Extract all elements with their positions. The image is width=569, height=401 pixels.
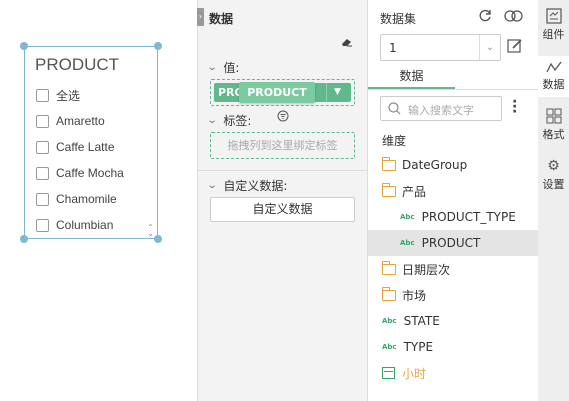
text-field-icon: Abc xyxy=(400,239,415,247)
filter-icon[interactable] xyxy=(277,110,289,122)
side-tab-data[interactable]: 数据 xyxy=(538,56,569,97)
tree-item-product-folder[interactable]: 产品 xyxy=(368,178,538,204)
side-tab-settings[interactable]: ⚙ 设置 xyxy=(538,158,569,192)
dataset-panel: 数据集 1 ⌄ 数据 输入搜索文字 · · · 维度 DateGroup 产品 Ab… xyxy=(368,0,538,401)
text-field-icon: Abc xyxy=(382,343,397,351)
format-icon xyxy=(546,108,561,124)
tag-section-header[interactable]: ⌄ 标签: xyxy=(206,112,252,129)
resize-handle-br[interactable] xyxy=(154,235,162,243)
resize-handle-bl[interactable] xyxy=(20,235,28,243)
tree-item-state[interactable]: Abc STATE xyxy=(368,308,538,334)
chevron-down-icon[interactable]: ⌄ xyxy=(479,35,500,60)
dataset-link-icon[interactable] xyxy=(504,9,524,23)
side-tab-bar: 组件 数据 格式 ⚙ 设置 xyxy=(538,0,569,401)
folder-icon xyxy=(381,156,396,171)
chevron-down-icon: ⌄ xyxy=(206,180,218,191)
tree-item-product[interactable]: Abc PRODUCT xyxy=(368,230,538,256)
date-field-icon xyxy=(382,367,395,379)
edit-icon[interactable] xyxy=(507,38,523,54)
resize-handle-tl[interactable] xyxy=(20,42,28,50)
option-item[interactable]: Caffe Mocha xyxy=(36,165,124,181)
search-input[interactable]: 输入搜索文字 xyxy=(380,96,502,121)
selection-list-widget[interactable]: PRODUCT 全选 Amaretto Caffe Latte Caffe Mo… xyxy=(20,42,162,243)
option-item[interactable]: Columbian xyxy=(36,217,113,233)
tree-item-product-type[interactable]: Abc PRODUCT_TYPE xyxy=(368,204,538,230)
option-select-all[interactable]: 全选 xyxy=(36,87,80,103)
chevron-down-icon: ⌄ xyxy=(206,115,218,126)
divider xyxy=(198,170,367,171)
custom-data-button[interactable]: 自定义数据 xyxy=(210,197,355,222)
side-tab-format[interactable]: 格式 xyxy=(538,108,569,142)
resize-handle-tr[interactable] xyxy=(154,42,162,50)
scroll-arrows-icon[interactable]: ⌃ ⌄ xyxy=(147,224,154,238)
checkbox[interactable] xyxy=(36,192,49,206)
tree-item-hour[interactable]: 小时 xyxy=(368,360,538,386)
tree-item-market[interactable]: 市场 xyxy=(368,282,538,308)
checkbox[interactable] xyxy=(36,218,49,232)
option-item[interactable]: Caffe Latte xyxy=(36,139,115,155)
folder-icon xyxy=(381,260,396,275)
refresh-icon[interactable] xyxy=(478,9,492,23)
tree-item-type[interactable]: Abc TYPE xyxy=(368,334,538,360)
eraser-icon[interactable] xyxy=(341,37,353,47)
data-icon xyxy=(545,61,562,73)
checkbox[interactable] xyxy=(36,140,49,154)
binding-panel-title: 数据 xyxy=(209,12,234,26)
custom-data-section-header[interactable]: ⌄ 自定义数据: xyxy=(206,177,288,194)
folder-icon xyxy=(381,182,396,197)
checkbox[interactable] xyxy=(36,88,49,102)
tree-item-dategroup[interactable]: DateGroup xyxy=(368,152,538,178)
component-icon xyxy=(545,8,562,24)
divider xyxy=(368,89,538,90)
value-section-header[interactable]: ⌄ 值: xyxy=(206,59,240,76)
option-item[interactable]: Chamomile xyxy=(36,191,117,207)
dataset-panel-title: 数据集 xyxy=(380,12,417,26)
folder-icon xyxy=(381,286,396,301)
dataset-select[interactable]: 1 ⌄ xyxy=(380,34,501,61)
tag-drop-zone[interactable]: 拖拽列到这里绑定标签 xyxy=(210,132,355,159)
dragging-field-chip[interactable]: PRODUCT xyxy=(239,82,315,103)
option-item[interactable]: Amaretto xyxy=(36,113,105,129)
collapse-panel-toggle[interactable]: › xyxy=(197,8,204,26)
text-field-icon: Abc xyxy=(400,213,415,221)
tab-data[interactable]: 数据 xyxy=(368,67,455,89)
design-canvas[interactable]: PRODUCT 全选 Amaretto Caffe Latte Caffe Mo… xyxy=(0,0,197,401)
settings-icon: ⚙ xyxy=(547,158,560,174)
more-options-icon[interactable]: · · · xyxy=(512,95,517,119)
widget-title: PRODUCT xyxy=(35,55,120,74)
binding-panel: 数据 ⌄ 值: PRO ▼ PRODUCT ⌄ 标签: 拖拽列到这里绑定标签 ⌄… xyxy=(197,0,368,401)
value-drop-zone[interactable]: PRO ▼ PRODUCT xyxy=(210,79,355,106)
dimension-section-label: 维度 xyxy=(382,134,407,148)
dropdown-arrow-icon[interactable]: ▼ xyxy=(326,83,348,102)
text-field-icon: Abc xyxy=(382,317,397,325)
checkbox[interactable] xyxy=(36,166,49,180)
search-icon xyxy=(388,102,401,115)
checkbox[interactable] xyxy=(36,114,49,128)
chevron-down-icon: ⌄ xyxy=(206,62,218,73)
tree-item-date-hierarchy[interactable]: 日期层次 xyxy=(368,256,538,282)
side-tab-component[interactable]: 组件 xyxy=(538,8,569,42)
